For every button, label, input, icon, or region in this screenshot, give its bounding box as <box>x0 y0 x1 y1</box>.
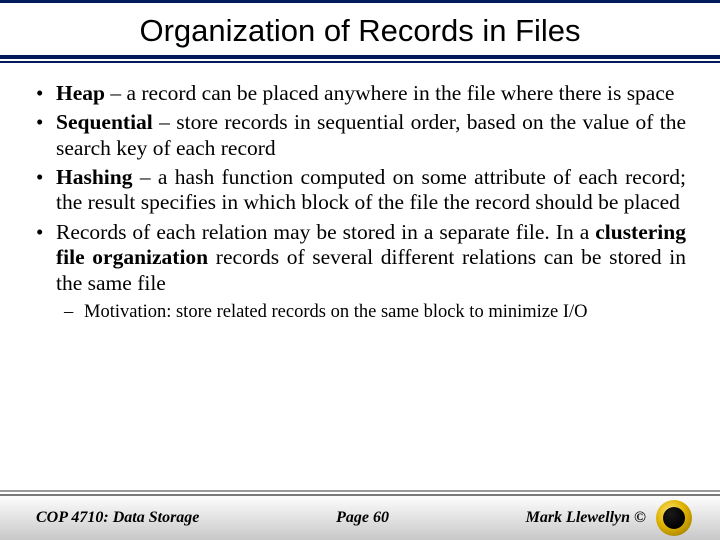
footer-author: Mark Llewellyn © <box>526 509 646 527</box>
slide: Organization of Records in Files Heap – … <box>0 0 720 540</box>
bullet-term: Hashing <box>56 165 132 189</box>
slide-title: Organization of Records in Files <box>40 13 680 49</box>
sub-bullet-list: Motivation: store related records on the… <box>56 302 686 324</box>
bullet-term: Sequential <box>56 110 153 134</box>
bullet-text: Records of each relation may be stored i… <box>56 220 595 244</box>
slide-body: Heap – a record can be placed anywhere i… <box>0 59 720 494</box>
bullet-text: – a record can be placed anywhere in the… <box>105 81 674 105</box>
logo-inner <box>663 507 685 529</box>
footer-right: Mark Llewellyn © <box>526 500 692 536</box>
sub-bullet-item: Motivation: store related records on the… <box>56 302 686 324</box>
title-area: Organization of Records in Files <box>0 3 720 59</box>
bullet-term: Heap <box>56 81 105 105</box>
bullet-item: Sequential – store records in sequential… <box>34 110 686 161</box>
bullet-text: – a hash function computed on some attri… <box>56 165 686 214</box>
bullet-list: Heap – a record can be placed anywhere i… <box>34 81 686 324</box>
ucf-logo-icon <box>656 500 692 536</box>
sub-bullet-text: Motivation: store related records on the… <box>84 302 587 322</box>
bullet-item: Hashing – a hash function computed on so… <box>34 165 686 216</box>
footer-course: COP 4710: Data Storage <box>36 509 199 527</box>
bullet-item: Records of each relation may be stored i… <box>34 220 686 324</box>
footer-page: Page 60 <box>336 509 389 527</box>
bullet-item: Heap – a record can be placed anywhere i… <box>34 81 686 106</box>
footer: COP 4710: Data Storage Page 60 Mark Llew… <box>0 494 720 540</box>
